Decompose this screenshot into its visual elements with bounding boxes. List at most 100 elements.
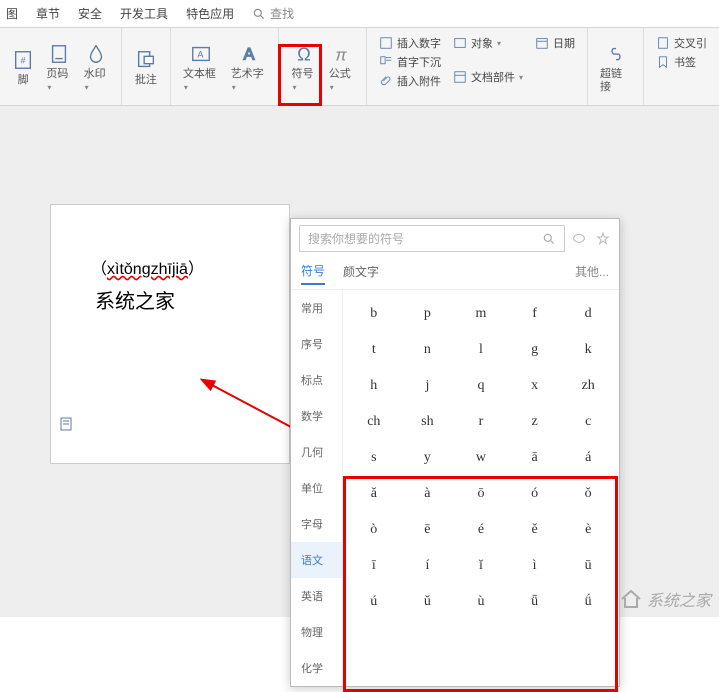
category-item[interactable]: 语文 — [291, 542, 342, 578]
tab-kaomoji[interactable]: 颜文字 — [343, 259, 379, 284]
symbol-cell[interactable]: h — [347, 368, 401, 404]
symbol-cell[interactable]: ǐ — [454, 548, 508, 584]
hanzi-line[interactable]: 系统之家 — [95, 285, 269, 314]
symbol-cell[interactable]: n — [401, 332, 455, 368]
group-insert: 插入数字 首字下沉 插入附件 对象▾ · 文档部件▾ 日期 — [367, 28, 588, 105]
pinyin-line[interactable]: （xìtǒngzhījiā） — [91, 255, 269, 279]
symbol-cell[interactable]: í — [401, 548, 455, 584]
symbol-cell[interactable]: ē — [401, 512, 455, 548]
tab-tu[interactable]: 图 — [6, 5, 18, 22]
wordart-button[interactable]: A 艺术字 — [225, 32, 273, 103]
symbol-cell[interactable]: r — [454, 404, 508, 440]
symbol-search-input[interactable]: 搜索你想要的符号 — [299, 225, 565, 252]
symbol-cell[interactable]: à — [401, 476, 455, 512]
textbox-button[interactable]: A 文本框 — [177, 32, 225, 103]
category-item[interactable]: 几何 — [291, 434, 342, 470]
hash-icon: # — [11, 48, 35, 72]
category-item[interactable]: 常用 — [291, 290, 342, 326]
symbol-cell[interactable]: f — [508, 296, 562, 332]
chat-icon[interactable] — [571, 231, 587, 247]
tab-tese[interactable]: 特色应用 — [186, 5, 234, 22]
symbol-cell[interactable]: l — [454, 332, 508, 368]
symbol-cell[interactable]: ā — [508, 440, 562, 476]
symbol-cell[interactable]: ù — [454, 584, 508, 620]
symbol-button[interactable]: Ω 符号 — [285, 32, 322, 103]
tab-zhangjie[interactable]: 章节 — [36, 5, 60, 22]
symbol-cell[interactable]: ǔ — [401, 584, 455, 620]
symbol-cell[interactable]: ó — [508, 476, 562, 512]
page-icon — [47, 42, 71, 66]
symbol-cell[interactable]: q — [454, 368, 508, 404]
page-number-button[interactable]: 页码 — [40, 32, 77, 103]
symbol-cell[interactable]: ch — [347, 404, 401, 440]
category-item[interactable]: 单位 — [291, 470, 342, 506]
insert-number-button[interactable]: 插入数字 — [377, 34, 443, 52]
symbol-cell[interactable]: é — [454, 512, 508, 548]
category-item[interactable]: 英语 — [291, 578, 342, 614]
symbol-cell[interactable]: k — [561, 332, 615, 368]
symbol-cell[interactable]: s — [347, 440, 401, 476]
symbol-cell[interactable]: d — [561, 296, 615, 332]
category-item[interactable]: 字母 — [291, 506, 342, 542]
tab-anquan[interactable]: 安全 — [78, 5, 102, 22]
symbol-cell[interactable]: ī — [347, 548, 401, 584]
symbol-cell[interactable]: zh — [561, 368, 615, 404]
symbol-cell[interactable]: t — [347, 332, 401, 368]
category-item[interactable]: 物理 — [291, 614, 342, 650]
symbol-cell[interactable]: b — [347, 296, 401, 332]
other-link[interactable]: 其他... — [575, 263, 609, 280]
category-item[interactable]: 标点 — [291, 362, 342, 398]
tab-symbol[interactable]: 符号 — [301, 258, 325, 285]
attach-button[interactable]: 插入附件 — [377, 72, 443, 90]
symbol-cell[interactable]: z — [508, 404, 562, 440]
symbol-cell[interactable]: ō — [454, 476, 508, 512]
drop-cap-button[interactable]: 首字下沉 — [377, 53, 443, 71]
bookmark-button[interactable]: 书签 — [654, 53, 709, 71]
watermark-button[interactable]: 水印 — [78, 32, 115, 103]
symbol-cell[interactable]: ě — [508, 512, 562, 548]
star-icon[interactable] — [595, 231, 611, 247]
symbol-cell[interactable]: ū — [561, 548, 615, 584]
category-item[interactable]: 数学 — [291, 398, 342, 434]
xref-button[interactable]: 交叉引 — [654, 34, 709, 52]
object-button[interactable]: 对象▾ — [451, 34, 525, 52]
symbol-cell[interactable]: ǘ — [561, 584, 615, 620]
symbol-cell[interactable]: è — [561, 512, 615, 548]
symbol-cell[interactable]: w — [454, 440, 508, 476]
symbol-cell[interactable]: y — [401, 440, 455, 476]
symbol-cell[interactable]: ò — [347, 512, 401, 548]
symbol-cell[interactable]: ì — [508, 548, 562, 584]
symbol-cell[interactable]: ǖ — [508, 584, 562, 620]
page[interactable]: （xìtǒngzhījiā） 系统之家 — [50, 204, 290, 464]
svg-text:Ω: Ω — [297, 44, 311, 65]
symbol-cell[interactable]: x — [508, 368, 562, 404]
symbol-cell[interactable]: á — [561, 440, 615, 476]
doc-parts-button[interactable]: 文档部件▾ — [451, 68, 525, 86]
tab-kaifa[interactable]: 开发工具 — [120, 5, 168, 22]
equation-button[interactable]: π 公式 — [323, 32, 360, 103]
dropcap-icon — [379, 55, 393, 69]
symbol-cell[interactable]: p — [401, 296, 455, 332]
symbol-cell[interactable]: sh — [401, 404, 455, 440]
paste-options-icon[interactable] — [58, 416, 74, 432]
symbol-cell[interactable]: c — [561, 404, 615, 440]
symbol-cell[interactable]: ǎ — [347, 476, 401, 512]
symbol-cell[interactable]: j — [401, 368, 455, 404]
command-search[interactable]: 查找 — [252, 5, 294, 22]
symbol-cell[interactable]: ú — [347, 584, 401, 620]
symbol-cell[interactable]: m — [454, 296, 508, 332]
footer-button[interactable]: # 脚 — [6, 32, 40, 103]
group-annot: 批注 — [122, 28, 171, 105]
annotation-button[interactable]: 批注 — [128, 32, 164, 103]
category-item[interactable]: 序号 — [291, 326, 342, 362]
category-item[interactable]: 化学 — [291, 650, 342, 686]
btn-label: 水印 — [84, 68, 109, 92]
symbol-cell[interactable]: ǒ — [561, 476, 615, 512]
hyperlink-button[interactable]: 超链接 — [594, 32, 637, 103]
date-button[interactable]: 日期 — [533, 34, 577, 52]
pi-icon: π — [329, 42, 353, 66]
btn-label: 艺术字 — [231, 68, 267, 92]
symbol-cell[interactable]: g — [508, 332, 562, 368]
group-text: A 文本框 A 艺术字 — [171, 28, 280, 105]
textbox-icon: A — [189, 42, 213, 66]
